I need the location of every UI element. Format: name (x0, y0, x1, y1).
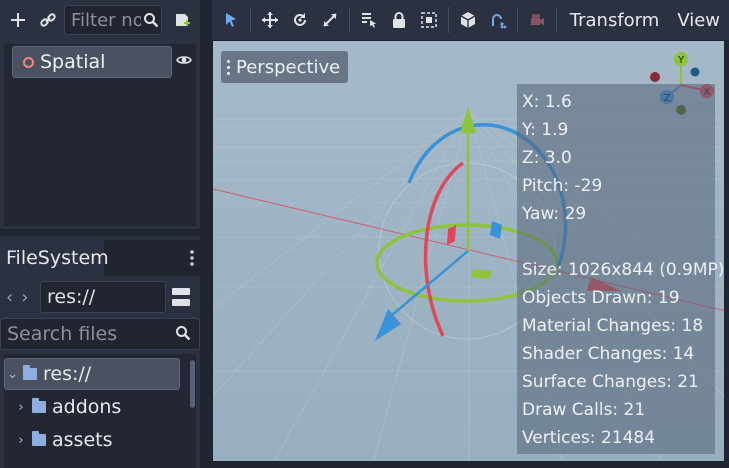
tree-item-res[interactable]: ⌄ res:// (4, 358, 180, 390)
search-icon (176, 326, 191, 341)
list-select-icon[interactable] (354, 3, 384, 37)
stat-z: Z: 3.0 (522, 148, 572, 168)
perspective-label: Perspective (236, 56, 341, 78)
menu-dots-icon (227, 59, 230, 75)
group-icon[interactable] (414, 3, 444, 37)
search-files-placeholder: Search files (7, 323, 118, 345)
tree-item-label: addons (52, 396, 122, 418)
scene-dock: Spatial (0, 0, 200, 230)
search-icon (144, 13, 159, 28)
folder-icon (23, 365, 37, 380)
3d-viewport[interactable]: Perspective Y X Z X: 1.6 Y: 1.9 Z: 3.0 P… (212, 40, 725, 462)
view-menu[interactable]: View (668, 10, 729, 31)
stat-surface-changes: Surface Changes: 21 (522, 372, 699, 392)
stat-shader-changes: Shader Changes: 14 (522, 344, 695, 364)
viewport-info-panel: X: 1.6 Y: 1.9 Z: 3.0 Pitch: -29 Yaw: 29 … (517, 84, 725, 454)
scene-node-label: Spatial (40, 51, 106, 73)
scene-toolbar (0, 0, 200, 40)
split-view-icon[interactable] (172, 288, 190, 306)
stat-draw-calls: Draw Calls: 21 (522, 400, 646, 420)
chevron-right-icon[interactable]: › (16, 433, 26, 448)
folder-icon (32, 431, 46, 446)
stat-y: Y: 1.9 (522, 120, 569, 140)
stat-x: X: 1.6 (522, 92, 572, 112)
stat-material-changes: Material Changes: 18 (522, 316, 704, 336)
camera-icon[interactable] (522, 3, 552, 37)
stat-pitch: Pitch: -29 (522, 176, 603, 196)
plus-icon[interactable] (4, 6, 32, 34)
chevron-down-icon[interactable]: ⌄ (7, 367, 18, 382)
tab-filesystem[interactable]: FileSystem (0, 240, 109, 276)
history-nav: ‹› (0, 287, 40, 308)
filesystem-tabbar: FileSystem (0, 240, 200, 276)
viewport-toolbar: Transform View (212, 0, 729, 40)
transform-menu[interactable]: Transform (561, 10, 669, 31)
scene-tree: Spatial (4, 44, 196, 226)
snap-icon[interactable] (483, 3, 513, 37)
stat-objects-drawn: Objects Drawn: 19 (522, 288, 680, 308)
filesystem-dock: FileSystem ‹› res:// Search files ⌄ res:… (0, 236, 200, 468)
axis-y-label: Y (677, 55, 685, 66)
attach-script-icon[interactable] (168, 6, 196, 34)
scale-icon[interactable] (315, 3, 345, 37)
stat-size: Size: 1026x844 (0.9MP) (522, 260, 725, 280)
tree-item-addons[interactable]: › addons (16, 391, 121, 423)
tree-item-assets[interactable]: › assets (16, 424, 112, 456)
chevron-right-icon[interactable]: › (16, 400, 26, 415)
filter-nodes-field[interactable] (71, 9, 141, 31)
filter-nodes-input[interactable] (64, 5, 162, 35)
tree-scrollbar[interactable] (190, 360, 195, 408)
forward-arrow-icon[interactable]: › (21, 287, 36, 308)
link-icon[interactable] (34, 6, 62, 34)
scene-node-spatial[interactable]: Spatial (12, 46, 172, 78)
tree-item-label: res:// (43, 363, 92, 385)
tree-item-label: assets (52, 429, 113, 451)
move-icon[interactable] (255, 3, 285, 37)
rotate-icon[interactable] (285, 3, 315, 37)
folder-icon (32, 398, 46, 413)
file-tree: ⌄ res:// › addons › assets (4, 354, 196, 468)
dock-menu-icon[interactable] (184, 246, 200, 270)
lock-icon[interactable] (384, 3, 414, 37)
search-files-input[interactable]: Search files (0, 318, 200, 350)
perspective-menu-button[interactable]: Perspective (221, 51, 349, 83)
stat-yaw: Yaw: 29 (522, 204, 587, 224)
back-arrow-icon[interactable]: ‹ (6, 287, 21, 308)
spatial-node-icon (23, 56, 34, 68)
select-icon[interactable] (216, 3, 246, 37)
local-space-icon[interactable] (453, 3, 483, 37)
stat-vertices: Vertices: 21484 (522, 428, 656, 448)
path-field[interactable]: res:// (40, 281, 166, 313)
path-row: ‹› res:// (0, 280, 200, 314)
eye-icon[interactable] (176, 52, 192, 68)
